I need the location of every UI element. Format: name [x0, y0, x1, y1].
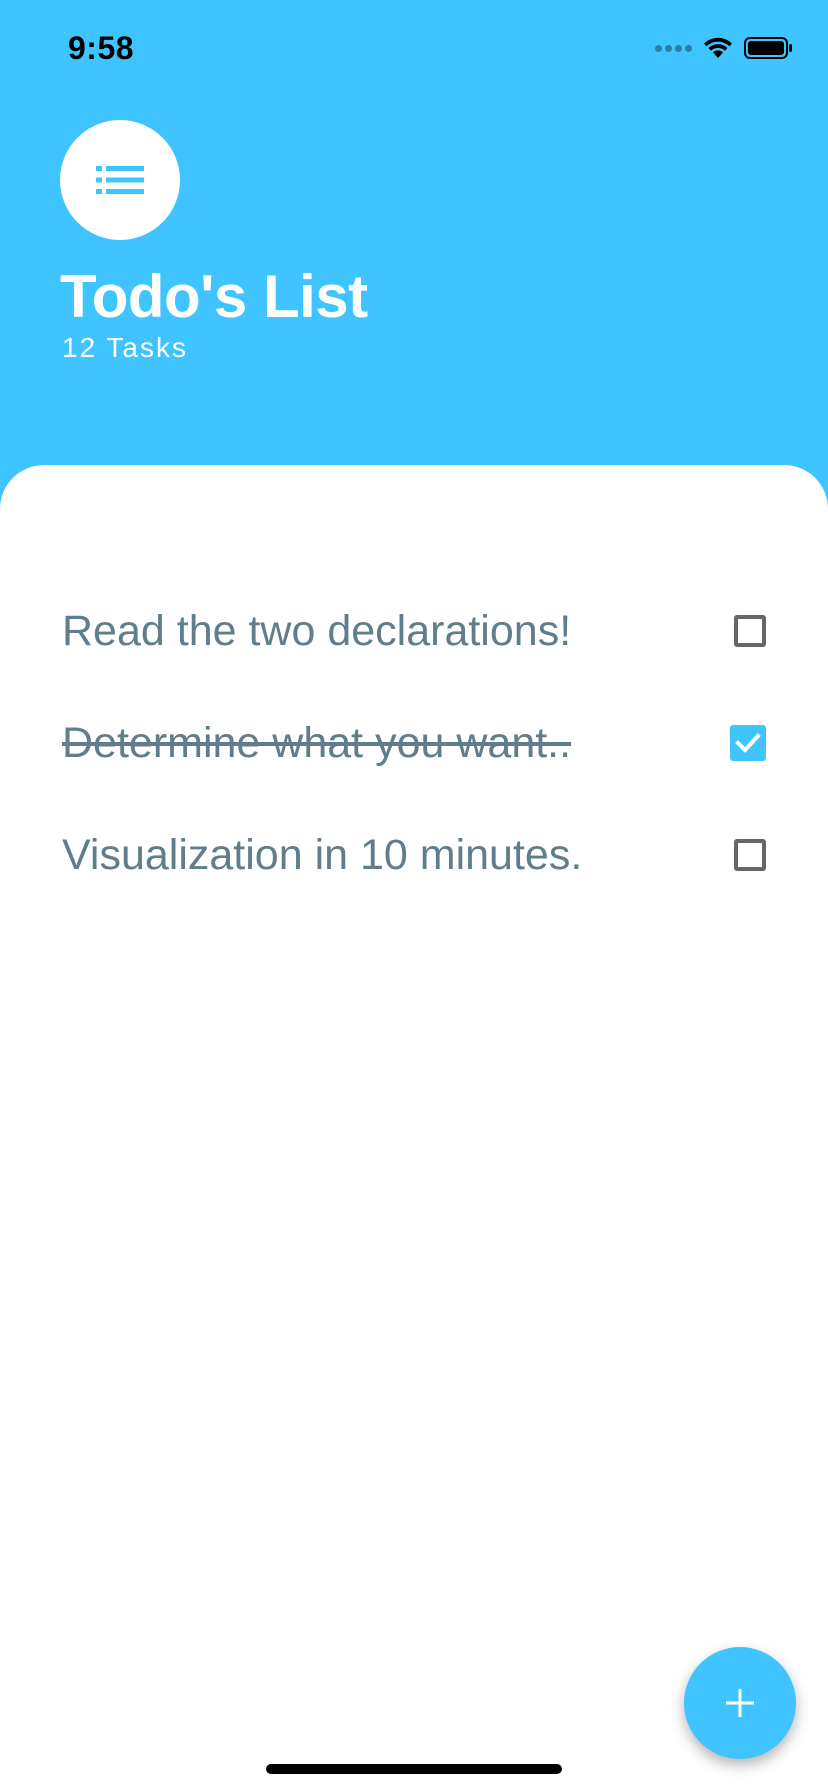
- cellular-signal-icon: [655, 44, 692, 52]
- todo-item[interactable]: Visualization in 10 minutes.: [62, 799, 766, 911]
- todo-checkbox[interactable]: [730, 725, 766, 761]
- checkmark-icon: [735, 733, 761, 753]
- page-title: Todo's List: [60, 263, 368, 330]
- plus-icon: [726, 1689, 754, 1717]
- list-icon-avatar: [60, 120, 180, 240]
- todo-text: Read the two declarations!: [62, 606, 572, 655]
- home-indicator[interactable]: [266, 1764, 562, 1774]
- todo-list: Read the two declarations! Determine wha…: [62, 575, 766, 911]
- add-task-button[interactable]: [684, 1647, 796, 1759]
- todo-text: Determine what you want..: [62, 718, 572, 767]
- app-screen: 9:58 Todo's List 12 Tasks Read the two d…: [0, 0, 828, 1792]
- task-count: 12 Tasks: [62, 332, 188, 363]
- wifi-icon: [704, 37, 732, 58]
- list-icon: [96, 166, 144, 194]
- todo-checkbox[interactable]: [734, 839, 766, 871]
- todo-item[interactable]: Read the two declarations!: [62, 575, 766, 687]
- todo-card: Read the two declarations! Determine wha…: [0, 465, 828, 1792]
- battery-icon: [744, 37, 792, 59]
- status-time: 9:58: [68, 30, 135, 66]
- todo-text: Visualization in 10 minutes.: [62, 830, 583, 879]
- status-icons: [655, 36, 794, 60]
- status-bar: 9:58: [0, 0, 828, 100]
- todo-checkbox[interactable]: [734, 615, 766, 647]
- todo-item[interactable]: Determine what you want..: [62, 687, 766, 799]
